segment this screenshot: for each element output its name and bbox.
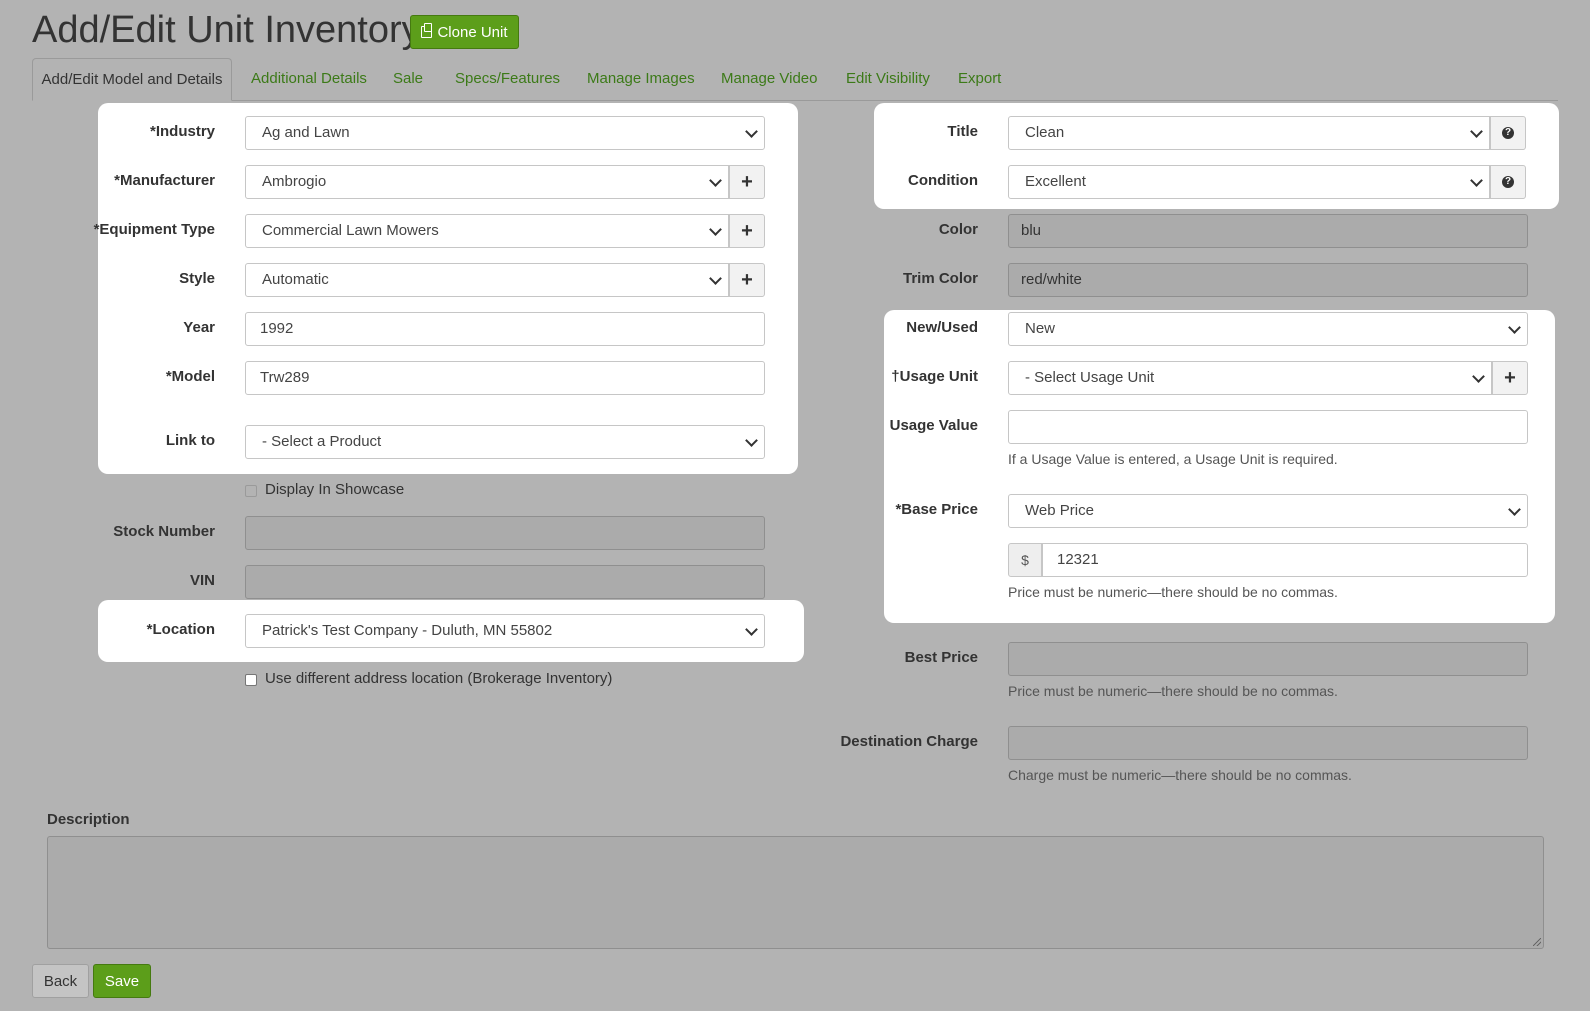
usage-value-label: Usage Value <box>889 417 978 434</box>
usage-value-input[interactable] <box>1008 410 1528 444</box>
best-price-help: Price must be numeric—there should be no… <box>1008 683 1338 699</box>
manufacturer-value: Ambrogio <box>262 173 327 190</box>
vin-label: VIN <box>189 572 215 589</box>
chevron-down-icon <box>709 174 722 187</box>
manufacturer-label: *Manufacturer <box>114 172 215 189</box>
page-title: Add/Edit Unit Inventory <box>32 9 421 51</box>
description-label: Description <box>47 811 130 828</box>
copy-icon <box>421 23 433 38</box>
best-price-label: Best Price <box>904 649 978 666</box>
location-select[interactable]: Patrick's Test Company - Duluth, MN 5580… <box>245 614 765 648</box>
usage-unit-label: †Usage Unit <box>891 368 978 385</box>
chevron-down-icon <box>1508 503 1521 516</box>
different-address-checkbox[interactable] <box>245 674 257 686</box>
base-price-type-value: Web Price <box>1025 502 1094 519</box>
tab-additional-details[interactable]: Additional Details <box>251 68 367 90</box>
year-input[interactable]: 1992 <box>245 312 765 346</box>
usage-unit-select[interactable]: - Select Usage Unit <box>1008 361 1492 395</box>
trim-color-label: Trim Color <box>902 270 978 287</box>
best-price-input[interactable] <box>1008 642 1528 676</box>
chevron-down-icon <box>1472 370 1485 383</box>
resize-grip-icon[interactable] <box>1533 938 1541 946</box>
add-usage-unit-button[interactable]: + <box>1492 361 1528 395</box>
stock-number-label: Stock Number <box>113 523 215 540</box>
usage-unit-value: - Select Usage Unit <box>1025 369 1155 386</box>
usage-value-help: If a Usage Value is entered, a Usage Uni… <box>1008 451 1338 467</box>
back-button[interactable]: Back <box>32 964 89 998</box>
display-showcase-label: Display In Showcase <box>265 481 405 498</box>
plus-icon: + <box>1504 367 1516 389</box>
equipment-type-select[interactable]: Commercial Lawn Mowers <box>245 214 729 248</box>
tab-edit-visibility[interactable]: Edit Visibility <box>846 68 930 90</box>
question-circle-icon: ? <box>1502 176 1514 188</box>
description-textarea[interactable] <box>47 836 1544 949</box>
new-used-label: New/Used <box>906 319 978 336</box>
condition-value: Excellent <box>1025 173 1086 190</box>
display-showcase-checkbox[interactable] <box>245 485 257 497</box>
industry-select[interactable]: Ag and Lawn <box>245 116 765 150</box>
new-used-select[interactable]: New <box>1008 312 1528 346</box>
chevron-down-icon <box>745 434 758 447</box>
model-input[interactable]: Trw289 <box>245 361 765 395</box>
industry-label: *Industry <box>149 123 215 140</box>
link-to-value: - Select a Product <box>262 433 382 450</box>
condition-label: Condition <box>908 172 978 189</box>
tab-specs-features[interactable]: Specs/Features <box>455 68 560 90</box>
base-price-select[interactable]: Web Price <box>1008 494 1528 528</box>
manufacturer-select[interactable]: Ambrogio <box>245 165 729 199</box>
save-button[interactable]: Save <box>93 964 151 998</box>
trim-color-input[interactable]: red/white <box>1008 263 1528 297</box>
condition-help-button[interactable]: ? <box>1490 165 1526 199</box>
condition-select[interactable]: Excellent <box>1008 165 1490 199</box>
chevron-down-icon <box>1470 174 1483 187</box>
title-label: Title <box>947 123 978 140</box>
equipment-type-label: *Equipment Type <box>93 221 215 238</box>
base-price-help: Price must be numeric—there should be no… <box>1008 584 1338 600</box>
link-to-select[interactable]: - Select a Product <box>245 425 765 459</box>
color-input[interactable]: blu <box>1008 214 1528 248</box>
destination-charge-input[interactable] <box>1008 726 1528 760</box>
clone-unit-button[interactable]: Clone Unit <box>410 15 519 49</box>
tab-model-details[interactable]: Add/Edit Model and Details <box>32 58 232 101</box>
link-to-label: Link to <box>165 432 215 449</box>
style-select[interactable]: Automatic <box>245 263 729 297</box>
title-value: Clean <box>1025 124 1065 141</box>
chevron-down-icon <box>709 223 722 236</box>
chevron-down-icon <box>1470 125 1483 138</box>
chevron-down-icon <box>1508 321 1521 334</box>
chevron-down-icon <box>745 623 758 636</box>
tab-export[interactable]: Export <box>958 68 1001 90</box>
currency-addon: $ <box>1008 543 1042 577</box>
tab-manage-images[interactable]: Manage Images <box>587 68 695 90</box>
tab-sale[interactable]: Sale <box>393 68 423 90</box>
model-label: *Model <box>165 368 215 385</box>
tabs-divider <box>32 100 1558 101</box>
question-circle-icon: ? <box>1502 127 1514 139</box>
location-label: *Location <box>146 621 215 638</box>
equipment-type-value: Commercial Lawn Mowers <box>262 222 439 239</box>
new-used-value: New <box>1025 320 1056 337</box>
destination-charge-label: Destination Charge <box>840 733 978 750</box>
tab-manage-video[interactable]: Manage Video <box>721 68 817 90</box>
title-select[interactable]: Clean <box>1008 116 1490 150</box>
destination-charge-help: Charge must be numeric—there should be n… <box>1008 767 1352 783</box>
color-label: Color <box>938 221 978 238</box>
chevron-down-icon <box>709 272 722 285</box>
vin-input[interactable] <box>245 565 765 599</box>
title-help-button[interactable]: ? <box>1490 116 1526 150</box>
style-label: Style <box>179 270 215 287</box>
different-address-label: Use different address location (Brokerag… <box>265 670 613 687</box>
clone-unit-label: Clone Unit <box>437 23 508 41</box>
year-label: Year <box>183 319 215 336</box>
base-price-label: *Base Price <box>895 501 978 518</box>
base-price-input[interactable]: 12321 <box>1042 543 1528 577</box>
stock-number-input[interactable] <box>245 516 765 550</box>
location-value: Patrick's Test Company - Duluth, MN 5580… <box>262 622 553 639</box>
industry-value: Ag and Lawn <box>262 124 350 141</box>
style-value: Automatic <box>262 271 329 288</box>
